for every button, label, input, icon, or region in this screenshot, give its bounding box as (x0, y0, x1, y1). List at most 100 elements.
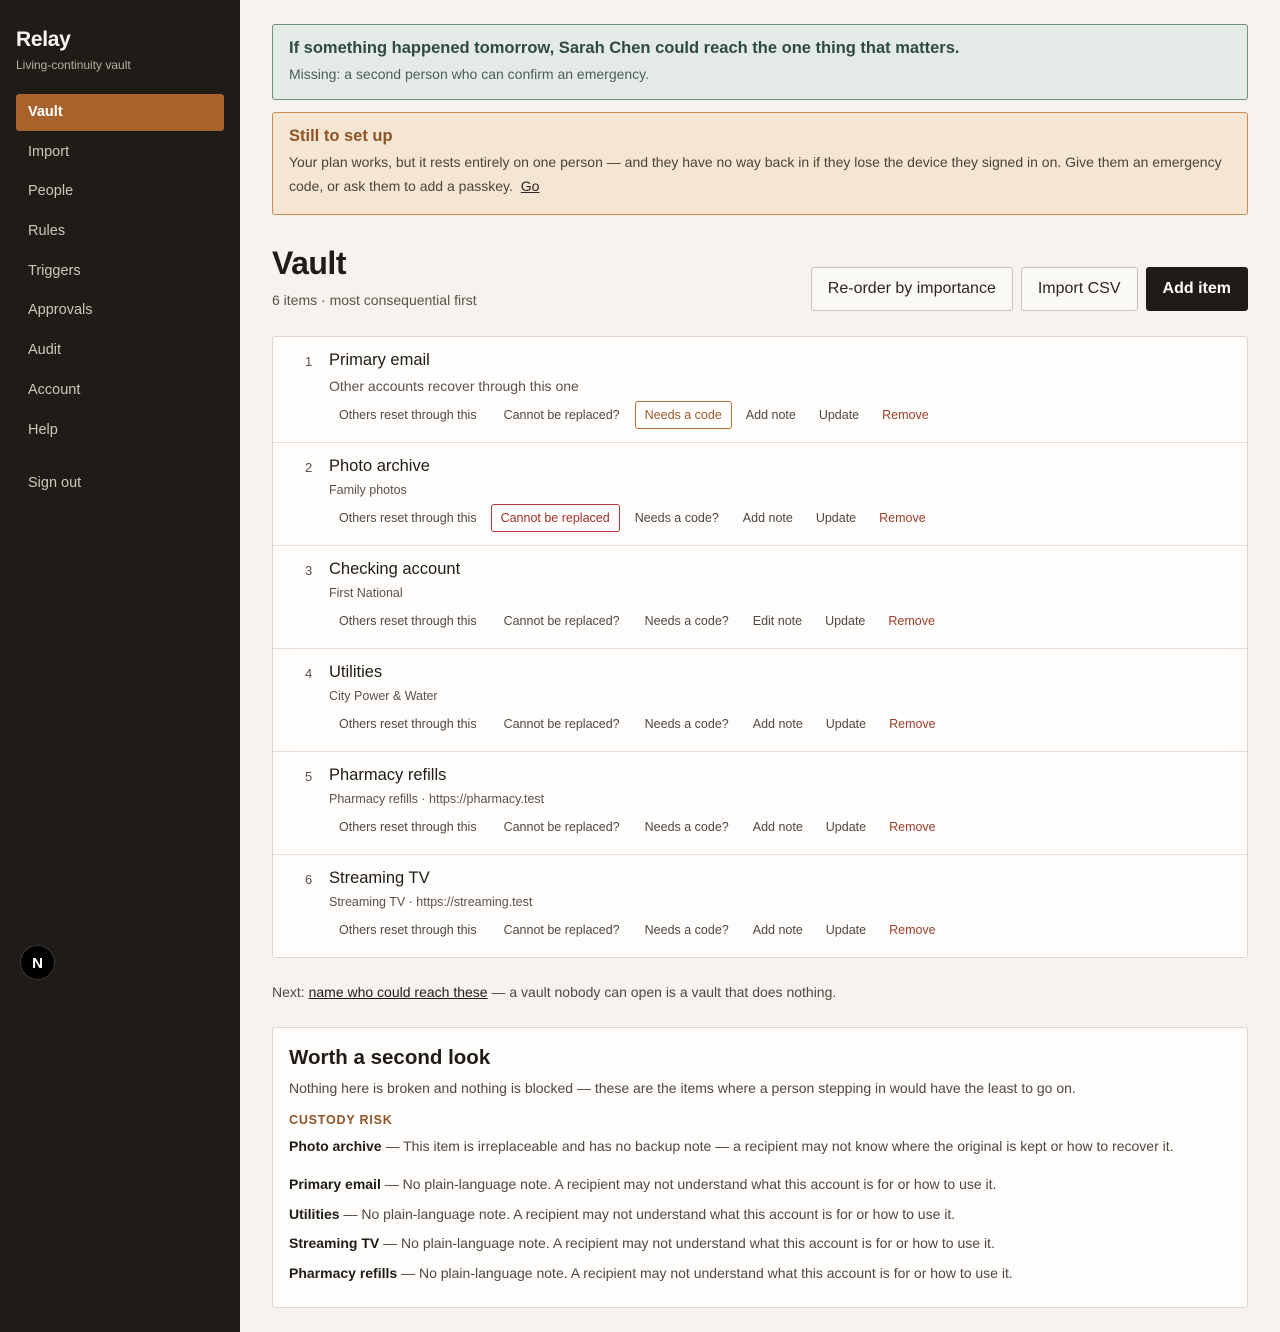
toggle-others-reset[interactable]: Others reset through this (329, 813, 487, 841)
sidebar-item-people[interactable]: People (16, 173, 224, 210)
sidebar-nav: Vault Import People Rules Triggers Appro… (16, 94, 224, 502)
status-banner-title: If something happened tomorrow, Sarah Ch… (289, 39, 960, 57)
list-item: 1 Primary email Other accounts recover t… (273, 337, 1247, 442)
item-number: 1 (305, 354, 313, 369)
risk-item-name: Utilities (289, 1205, 340, 1222)
sidebar-item-help[interactable]: Help (16, 412, 224, 449)
update-button[interactable]: Update (816, 813, 876, 841)
custody-risk-heading: CUSTODY RISK (289, 1113, 393, 1127)
toggle-irreplaceable[interactable]: Cannot be replaced (490, 504, 620, 532)
second-look-subtitle: Nothing here is broken and nothing is bl… (289, 1080, 1076, 1096)
remove-button[interactable]: Remove (878, 607, 945, 635)
add-note-button[interactable]: Add note (736, 401, 806, 429)
item-description: First National (329, 586, 403, 600)
risk-item-text: — No plain-language note. A recipient ma… (383, 1235, 995, 1251)
update-button[interactable]: Update (806, 504, 866, 532)
setup-banner-go-link[interactable]: Go (521, 178, 540, 194)
add-item-button[interactable]: Add item (1145, 267, 1248, 311)
toggle-irreplaceable[interactable]: Cannot be replaced? (494, 401, 630, 429)
app-tagline: Living-continuity vault (16, 58, 131, 72)
avatar[interactable]: N (20, 945, 55, 980)
risk-item-name: Primary email (289, 1176, 381, 1192)
reorder-button[interactable]: Re-order by importance (810, 267, 1013, 311)
sidebar: Relay Living-continuity vault Vault Impo… (0, 0, 240, 1332)
item-description: Family photos (329, 483, 407, 497)
item-actions: Others reset through this Cannot be repl… (329, 401, 942, 429)
toggle-irreplaceable[interactable]: Cannot be replaced? (494, 813, 630, 841)
remove-button[interactable]: Remove (872, 401, 939, 429)
toggle-irreplaceable[interactable]: Cannot be replaced? (494, 916, 630, 944)
toggle-needs-code[interactable]: Needs a code? (625, 504, 729, 532)
toggle-needs-code[interactable]: Needs a code? (635, 607, 739, 635)
toggle-needs-code[interactable]: Needs a code? (635, 813, 739, 841)
next-suffix: — a vault nobody can open is a vault tha… (491, 984, 837, 1000)
update-button[interactable]: Update (816, 916, 876, 944)
nav-divider (16, 451, 224, 465)
next-step-hint: Next: name who could reach these — a vau… (272, 984, 1248, 1000)
risk-item: Photo archive — This item is irreplaceab… (289, 1136, 1231, 1156)
item-name: Photo archive (329, 457, 430, 475)
risk-item-text: — No plain-language note. A recipient ma… (401, 1264, 1013, 1281)
add-note-button[interactable]: Add note (743, 916, 813, 944)
import-csv-button[interactable]: Import CSV (1020, 267, 1138, 311)
remove-button[interactable]: Remove (879, 916, 946, 944)
edit-note-button[interactable]: Edit note (743, 607, 812, 635)
vault-subtitle: 6 items · most consequential first (272, 292, 477, 308)
toggle-others-reset[interactable]: Others reset through this (329, 916, 487, 944)
sign-out-link[interactable]: Sign out (16, 465, 224, 502)
item-number: 3 (305, 563, 313, 578)
item-actions: Others reset through this Cannot be repl… (329, 504, 939, 532)
item-description: Streaming TV · https://streaming.test (329, 895, 533, 909)
add-note-button[interactable]: Add note (743, 813, 813, 841)
item-number: 4 (305, 666, 313, 681)
risk-item-name: Streaming TV (289, 1235, 380, 1251)
remove-button[interactable]: Remove (879, 710, 946, 738)
remove-button[interactable]: Remove (879, 813, 946, 841)
setup-banner: Still to set up Your plan works, but it … (272, 112, 1248, 215)
second-look-panel: Worth a second look Nothing here is brok… (272, 1027, 1248, 1308)
item-name: Primary email (329, 351, 430, 369)
item-actions: Others reset through this Cannot be repl… (329, 916, 949, 944)
remove-button[interactable]: Remove (869, 504, 936, 532)
list-item: 3 Checking account First National Others… (273, 545, 1247, 648)
add-note-button[interactable]: Add note (743, 710, 813, 738)
sidebar-item-account[interactable]: Account (16, 372, 224, 409)
toggle-others-reset[interactable]: Others reset through this (329, 710, 487, 738)
item-actions: Others reset through this Cannot be repl… (329, 813, 949, 841)
toggle-needs-code[interactable]: Needs a code? (635, 916, 739, 944)
toggle-irreplaceable[interactable]: Cannot be replaced? (494, 710, 630, 738)
toggle-others-reset[interactable]: Others reset through this (329, 401, 487, 429)
toggle-others-reset[interactable]: Others reset through this (329, 504, 487, 532)
page-title: Vault (272, 245, 346, 281)
item-name: Utilities (329, 663, 383, 681)
update-button[interactable]: Update (815, 607, 875, 635)
toggle-needs-code[interactable]: Needs a code (634, 401, 732, 429)
sidebar-item-vault[interactable]: Vault (16, 94, 224, 131)
update-button[interactable]: Update (809, 401, 869, 429)
list-item: 6 Streaming TV Streaming TV · https://st… (273, 854, 1247, 957)
update-button[interactable]: Update (816, 710, 876, 738)
status-banner: If something happened tomorrow, Sarah Ch… (272, 24, 1248, 100)
add-note-button[interactable]: Add note (733, 504, 803, 532)
item-name: Streaming TV (329, 869, 430, 887)
item-actions: Others reset through this Cannot be repl… (329, 710, 949, 738)
toggle-others-reset[interactable]: Others reset through this (329, 607, 487, 635)
list-item: 4 Utilities City Power & Water Others re… (273, 648, 1247, 751)
sidebar-item-rules[interactable]: Rules (16, 213, 224, 250)
sidebar-item-audit[interactable]: Audit (16, 332, 224, 369)
toggle-irreplaceable[interactable]: Cannot be replaced? (494, 607, 630, 635)
risk-item-text: — No plain-language note. A recipient ma… (384, 1176, 997, 1192)
item-number: 5 (305, 769, 313, 784)
sidebar-item-import[interactable]: Import (16, 134, 224, 171)
toggle-needs-code[interactable]: Needs a code? (635, 710, 739, 738)
item-number: 6 (305, 872, 313, 887)
setup-banner-body: Your plan works, but it rests entirely o… (289, 150, 1231, 198)
item-name: Checking account (329, 560, 461, 578)
setup-banner-title: Still to set up (289, 127, 393, 145)
sidebar-item-approvals[interactable]: Approvals (16, 292, 224, 329)
name-recipients-link[interactable]: name who could reach these (309, 984, 488, 1000)
list-item: 2 Photo archive Family photos Others res… (273, 442, 1247, 545)
risk-item-text: — This item is irreplaceable and has no … (385, 1138, 1174, 1154)
sidebar-item-triggers[interactable]: Triggers (16, 253, 224, 290)
next-prefix: Next: (272, 984, 305, 1000)
